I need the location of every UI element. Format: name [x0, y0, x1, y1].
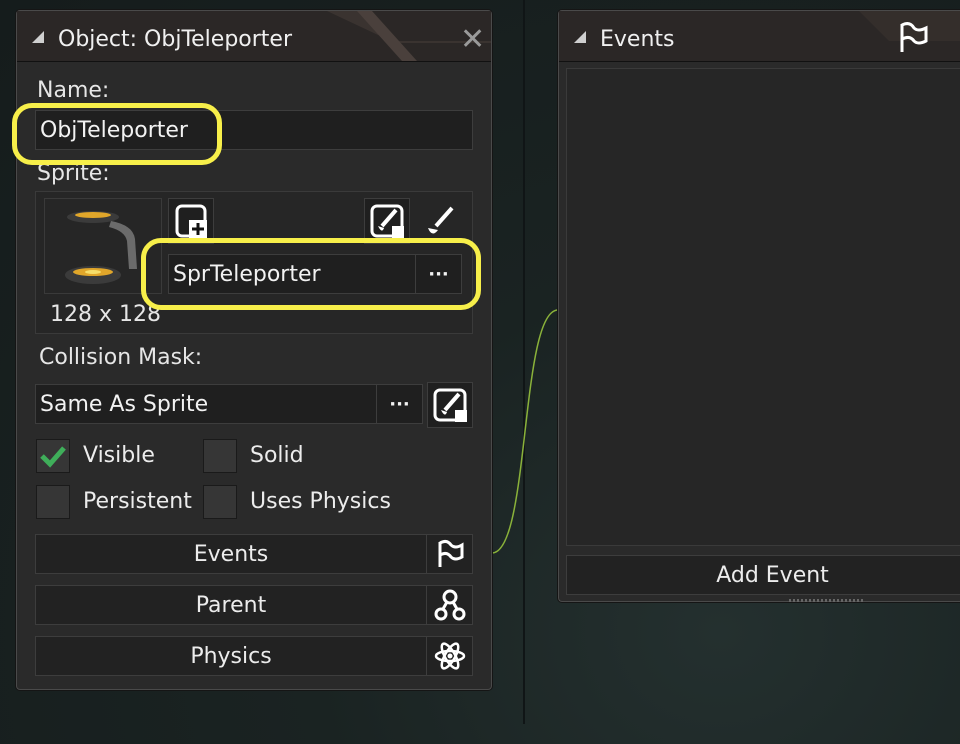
flag-icon [438, 539, 463, 567]
sprite-name: SprTeleporter [173, 261, 321, 287]
add-event-button[interactable]: Add Event [566, 555, 960, 595]
events-title: Events [600, 27, 675, 52]
name-label: Name: [37, 78, 110, 103]
parent-button-label: Parent [195, 592, 267, 618]
collapse-icon[interactable] [32, 31, 44, 43]
uses-physics-label: Uses Physics [250, 489, 391, 514]
events-button[interactable]: Events [35, 534, 473, 574]
parent-button[interactable]: Parent [35, 585, 473, 625]
events-button-label: Events [193, 541, 269, 567]
solid-label: Solid [250, 443, 304, 468]
physics-icon-area [426, 637, 472, 675]
resize-grip[interactable] [789, 599, 865, 602]
events-window: Events Add Event [558, 10, 960, 602]
collision-mask-value: Same As Sprite [40, 391, 209, 417]
object-window: Object: ObjTeleporter ✕ Name: ObjTelepor… [16, 10, 492, 690]
sprite-label: Sprite: [37, 161, 110, 186]
hierarchy-icon [434, 589, 465, 621]
physics-button[interactable]: Physics [35, 636, 473, 676]
atom-icon [434, 642, 465, 670]
parent-icon-area [426, 586, 472, 624]
uses-physics-checkbox[interactable] [203, 485, 237, 519]
edit-collision-button[interactable] [427, 382, 473, 428]
object-titlebar[interactable]: Object: ObjTeleporter ✕ [17, 11, 491, 62]
events-list[interactable] [566, 68, 960, 546]
physics-button-label: Physics [190, 643, 272, 669]
collision-mask-select[interactable]: Same As Sprite ··· [35, 384, 423, 424]
add-icon [175, 204, 207, 238]
sprite-panel: 128 x 128 SprTeleporter ··· [35, 191, 473, 334]
brush-icon [370, 204, 404, 238]
checkmark-icon [40, 446, 66, 468]
add-event-label: Add Event [716, 562, 829, 588]
solid-checkbox[interactable] [203, 439, 237, 473]
sprite-size: 128 x 128 [50, 302, 161, 327]
new-sprite-button[interactable] [168, 198, 214, 244]
sprite-select[interactable]: SprTeleporter ··· [168, 254, 462, 294]
close-icon[interactable]: ✕ [460, 25, 485, 55]
flag-icon[interactable] [897, 21, 931, 55]
collision-mask-label: Collision Mask: [39, 345, 203, 370]
persistent-label: Persistent [83, 489, 192, 514]
window-title: Object: ObjTeleporter [58, 27, 293, 52]
visible-checkbox[interactable] [36, 439, 70, 473]
sprite-more-button[interactable]: ··· [415, 255, 461, 293]
sprite-brush-button[interactable] [416, 198, 462, 244]
collapse-icon[interactable] [574, 31, 586, 43]
collision-more-button[interactable]: ··· [376, 385, 422, 423]
name-value: ObjTeleporter [40, 117, 188, 143]
paintbrush-icon [428, 206, 454, 234]
edit-sprite-button[interactable] [364, 198, 410, 244]
events-icon-area [426, 535, 472, 573]
sprite-thumbnail[interactable] [44, 198, 162, 294]
brush-icon [433, 388, 467, 422]
visible-label: Visible [83, 443, 155, 468]
teleporter-sprite-icon [65, 211, 137, 284]
persistent-checkbox[interactable] [36, 485, 70, 519]
name-field[interactable]: ObjTeleporter [35, 110, 473, 150]
events-titlebar[interactable]: Events [559, 11, 960, 62]
